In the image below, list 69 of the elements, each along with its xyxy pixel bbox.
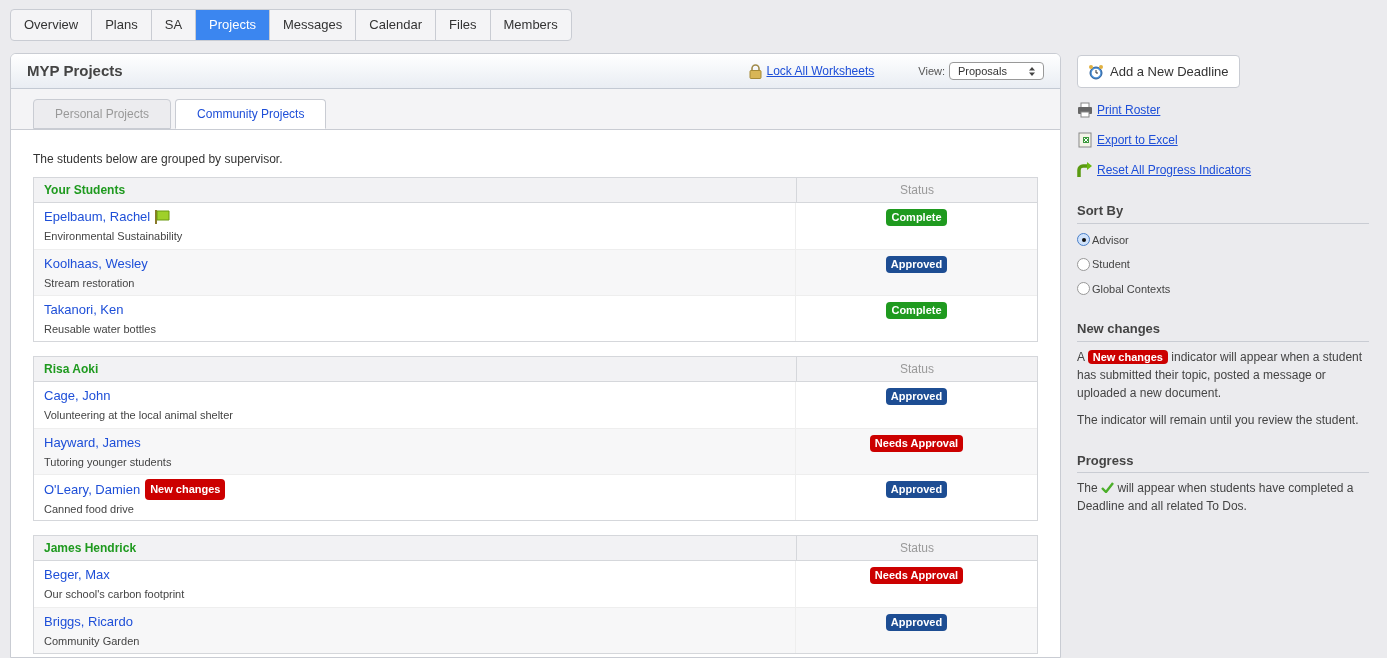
project-title: Reusable water bottles (44, 321, 157, 337)
supervisor-heading: Your Students (43, 182, 127, 199)
student-name-link[interactable]: Briggs, Ricardo (44, 612, 133, 632)
supervisor-heading: James Hendrick (43, 540, 138, 557)
supervisor-heading: Risa Aoki (43, 361, 100, 378)
curved-arrow-icon (1077, 162, 1093, 178)
nav-tab[interactable]: Messages (269, 10, 356, 40)
updown-arrows-icon (1029, 66, 1035, 76)
student-name-link[interactable]: Beger, Max (44, 565, 110, 585)
alarm-clock-icon (1088, 63, 1104, 80)
new-changes-badge: New changes (145, 479, 226, 500)
radio-button[interactable] (1077, 282, 1090, 296)
view-label: View: (918, 63, 945, 79)
status-heading: Status (796, 536, 1037, 560)
project-title: Tutoring younger students (44, 454, 173, 470)
status-badge: Approved (885, 614, 948, 631)
progress-heading: Progress (1077, 450, 1369, 473)
status-badge: Approved (885, 256, 948, 273)
nav-tab[interactable]: Plans (91, 10, 151, 40)
new-changes-note: The indicator will remain until you review the student. (1077, 411, 1360, 429)
sidebar-link[interactable]: Reset All Progress Indicators (1097, 161, 1252, 179)
status-heading: Status (796, 357, 1037, 381)
intro-text: The students below are grouped by supervisor. (33, 151, 284, 168)
sidebar-link[interactable]: Export to Excel (1097, 131, 1178, 149)
sort-by-heading: Sort By (1077, 201, 1369, 224)
student-name-link[interactable]: Koolhaas, Wesley (44, 254, 148, 274)
status-badge: Needs Approval (869, 435, 964, 452)
sidebar-link[interactable]: Print Roster (1097, 101, 1161, 119)
student-name-link[interactable]: Epelbaum, Rachel (44, 207, 151, 227)
radio-button[interactable] (1077, 257, 1090, 271)
project-tab[interactable]: Community Projects (175, 99, 327, 129)
new-changes-heading: New changes (1077, 319, 1369, 342)
status-badge: Approved (885, 481, 948, 498)
radio-label: Advisor (1092, 232, 1129, 248)
new-changes-description: A New changes indicator will appear when a student has submitted their topic, posted a message or uploaded a new document. (1077, 348, 1364, 402)
project-title: Canned food drive (44, 501, 135, 517)
nav-tab[interactable]: Overview (11, 10, 92, 40)
progress-description: The will appear when students have completed a Deadline and all related To Dos. (1077, 480, 1355, 515)
add-deadline-button[interactable]: Add a New Deadline (1077, 55, 1240, 88)
status-badge: Complete (886, 302, 947, 319)
status-badge: Approved (885, 388, 948, 405)
project-title: Our school's carbon footprint (44, 586, 186, 602)
student-name-link[interactable]: Takanori, Ken (44, 300, 124, 320)
radio-label: Global Contexts (1092, 281, 1171, 297)
checkmark-icon (1101, 482, 1115, 493)
project-title: Volunteering at the local animal shelter (44, 407, 234, 423)
radio-label: Student (1092, 257, 1130, 272)
project-title: Community Garden (44, 633, 141, 649)
spreadsheet-icon (1077, 132, 1093, 148)
new-changes-badge: New changes (1087, 349, 1168, 364)
status-badge: Needs Approval (869, 567, 964, 584)
nav-tab[interactable]: Files (435, 10, 490, 40)
nav-tab[interactable]: Projects (195, 10, 270, 40)
printer-icon (1077, 102, 1093, 118)
lock-worksheets-link[interactable]: Lock All Worksheets (766, 62, 875, 80)
flag-icon (154, 209, 172, 225)
padlock-icon (749, 63, 763, 79)
student-name-link[interactable]: Cage, John (44, 386, 111, 406)
status-heading: Status (796, 178, 1037, 202)
nav-tab[interactable]: Members (489, 10, 571, 40)
project-title: Stream restoration (44, 275, 136, 291)
view-select[interactable]: Proposals (949, 62, 1044, 80)
radio-button[interactable] (1077, 233, 1090, 247)
nav-tab[interactable]: Calendar (355, 10, 436, 40)
student-name-link[interactable]: O'Leary, Damien (44, 479, 141, 499)
panel-title: MYP Projects (27, 60, 123, 81)
student-name-link[interactable]: Hayward, James (44, 433, 141, 453)
project-title: Environmental Sustainability (44, 228, 184, 244)
status-badge: Complete (886, 209, 947, 226)
